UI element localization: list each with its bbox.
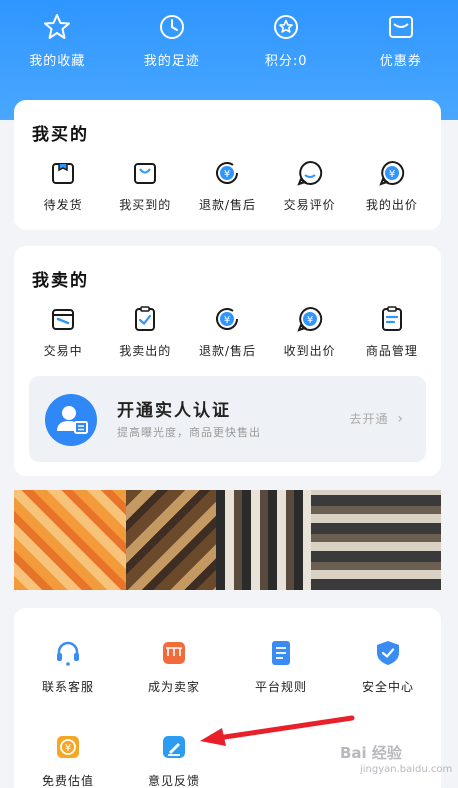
banner-segment-orange	[14, 490, 126, 590]
comment-icon	[296, 160, 322, 186]
security-center-label: 安全中心	[361, 680, 414, 694]
bid-icon: ¥	[296, 306, 322, 332]
feedback-label: 意见反馈	[147, 774, 200, 788]
store-icon	[163, 642, 185, 664]
star-icon	[44, 14, 71, 39]
clock-icon	[159, 15, 184, 39]
product-management-button[interactable]: 商品管理	[352, 304, 432, 359]
platform-rules-label: 平台规则	[254, 680, 307, 694]
reviews-button[interactable]: 交易评价	[270, 158, 350, 213]
received-bids-button[interactable]: ¥ 收到出价	[270, 304, 350, 359]
my-purchases-card: 我买的 待发货 我买到的 ¥ 退款/售后 交易评价 ¥ 我的出价	[14, 100, 441, 230]
coupons-shortcut[interactable]: 优惠券	[353, 10, 449, 80]
to-ship-button[interactable]: 待发货	[23, 158, 103, 213]
verification-subtitle: 提高曝光度，商品更快售出	[117, 426, 261, 439]
free-valuation-button[interactable]: ¥ 免费估值	[20, 732, 116, 788]
headset-icon	[57, 641, 79, 666]
refund-icon: ¥	[216, 308, 239, 330]
activate-label: 去开通	[349, 412, 389, 426]
top-shortcuts: 我的收藏 我的足迹 积分:0 优惠券	[0, 10, 458, 80]
shield-check-icon	[377, 641, 399, 665]
promo-banner[interactable]	[14, 490, 441, 590]
points-shortcut[interactable]: 积分:0	[238, 10, 334, 80]
svg-text:¥: ¥	[65, 743, 71, 754]
sales-refund-label: 退款/售后	[198, 344, 256, 358]
my-bids-button[interactable]: ¥ 我的出价	[352, 158, 432, 213]
my-bids-label: 我的出价	[365, 198, 418, 212]
edit-icon	[163, 736, 185, 758]
svg-text:¥: ¥	[306, 315, 312, 326]
banner-segment-mid	[126, 490, 216, 590]
points-icon	[274, 15, 299, 39]
my-sales-title: 我卖的	[32, 271, 89, 291]
bid-icon: ¥	[379, 160, 404, 186]
favorites-label: 我的收藏	[29, 54, 86, 69]
svg-text:¥: ¥	[389, 169, 395, 180]
refund-icon: ¥	[216, 162, 239, 184]
history-label: 我的足迹	[143, 54, 200, 69]
free-valuation-label: 免费估值	[41, 774, 94, 788]
bought-label: 我买到的	[119, 198, 172, 212]
become-seller-button[interactable]: 成为卖家	[126, 638, 222, 695]
points-label: 积分:0	[264, 54, 308, 69]
my-purchases-title: 我买的	[32, 125, 89, 145]
verification-title: 开通实人认证	[117, 401, 231, 421]
wallet-icon	[52, 309, 75, 330]
activate-link[interactable]: 去开通 ›	[350, 410, 404, 427]
sales-refund-button[interactable]: ¥ 退款/售后	[187, 304, 267, 359]
become-seller-label: 成为卖家	[147, 680, 200, 694]
identity-verification-banner[interactable]: 开通实人认证 提高曝光度，商品更快售出 去开通 ›	[29, 376, 426, 462]
favorites-shortcut[interactable]: 我的收藏	[9, 10, 105, 80]
to-ship-label: 待发货	[43, 198, 83, 212]
shopping-bag-icon	[134, 163, 157, 184]
chevron-right-icon: ›	[397, 411, 404, 427]
purchase-actions: 待发货 我买到的 ¥ 退款/售后 交易评价 ¥ 我的出价	[14, 158, 441, 213]
clipboard-check-icon	[135, 306, 156, 331]
platform-rules-button[interactable]: 平台规则	[233, 638, 329, 695]
customer-service-button[interactable]: 联系客服	[20, 638, 116, 695]
my-sales-card: 我卖的 交易中 我卖出的 ¥ 退款/售后 ¥ 收到出价 商品管理 开通实人认证 …	[14, 246, 441, 476]
trading-label: 交易中	[43, 344, 83, 358]
coupon-icon	[388, 16, 413, 38]
valuation-icon: ¥	[57, 736, 79, 758]
user-id-icon	[45, 394, 97, 446]
received-bids-label: 收到出价	[283, 344, 336, 358]
clipboard-list-icon	[381, 306, 402, 331]
sales-actions: 交易中 我卖出的 ¥ 退款/售后 ¥ 收到出价 商品管理	[14, 304, 441, 359]
sold-label: 我卖出的	[119, 344, 172, 358]
package-icon	[52, 163, 75, 184]
history-shortcut[interactable]: 我的足迹	[124, 10, 220, 80]
sold-button[interactable]: 我卖出的	[105, 304, 185, 359]
refund-label: 退款/售后	[198, 198, 256, 212]
svg-text:¥: ¥	[224, 315, 230, 326]
trading-button[interactable]: 交易中	[23, 304, 103, 359]
reviews-label: 交易评价	[283, 198, 336, 212]
svg-text:¥: ¥	[224, 169, 230, 180]
customer-service-label: 联系客服	[41, 680, 94, 694]
document-icon	[272, 641, 290, 665]
coupons-label: 优惠券	[379, 54, 422, 69]
baidu-watermark-url: jingyan.baidu.com	[360, 764, 453, 775]
banner-segment-dark	[311, 490, 441, 590]
refund-button[interactable]: ¥ 退款/售后	[187, 158, 267, 213]
banner-segment-figures	[216, 490, 311, 590]
bought-button[interactable]: 我买到的	[105, 158, 185, 213]
product-management-label: 商品管理	[365, 344, 418, 358]
security-center-button[interactable]: 安全中心	[340, 638, 436, 695]
annotation-arrow	[200, 715, 355, 746]
baidu-watermark: Bai 经验	[340, 744, 402, 762]
